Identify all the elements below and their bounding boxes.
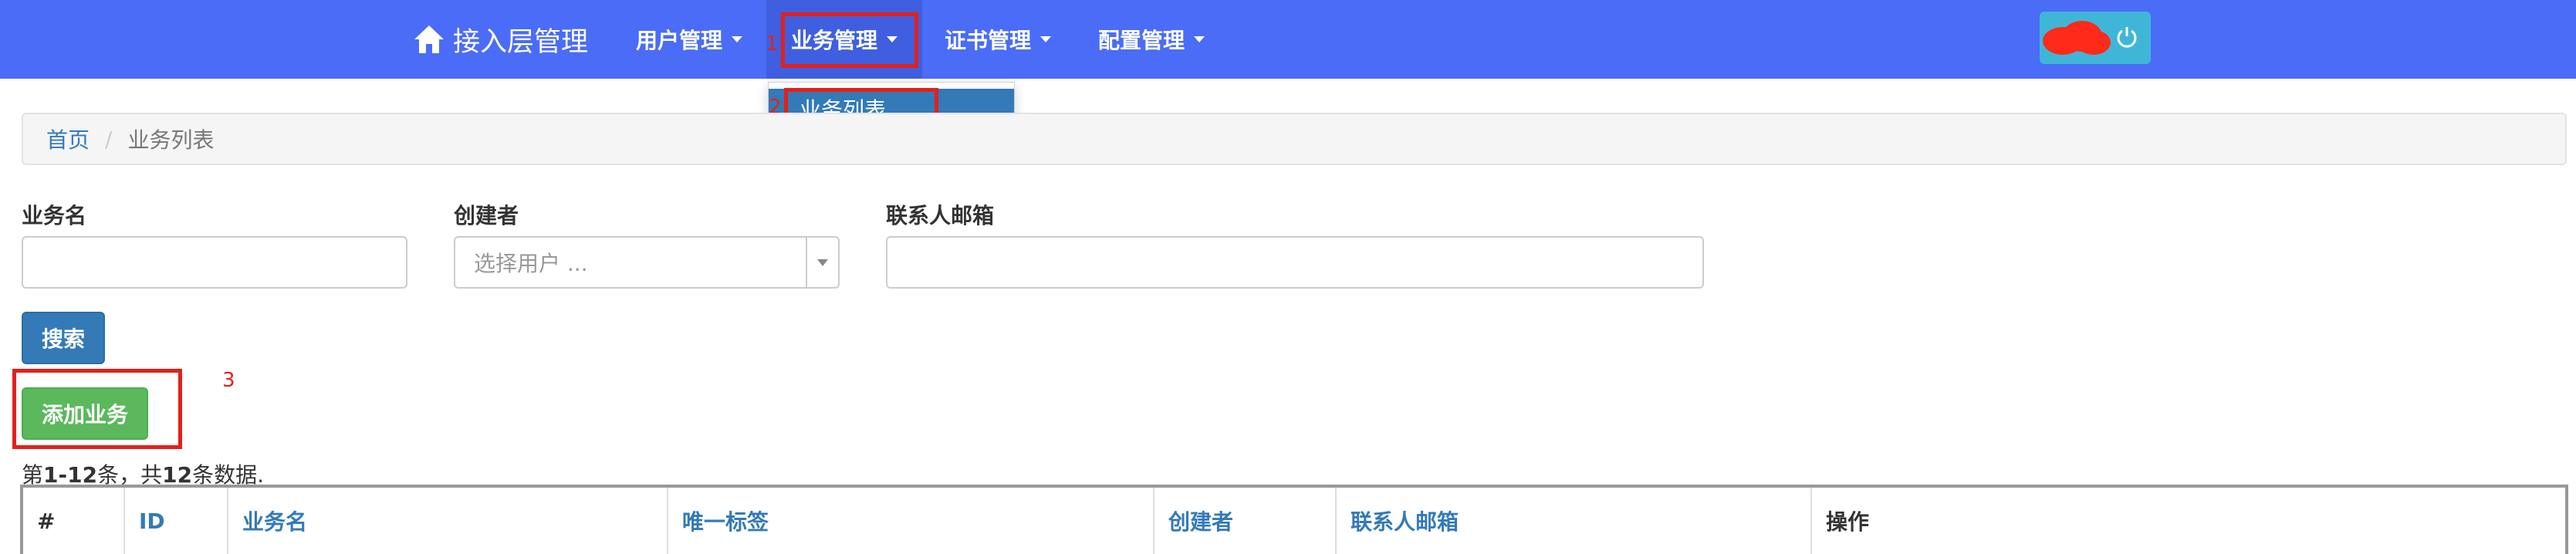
column-header-unique-tag[interactable]: 唯一标签 — [668, 488, 1154, 554]
menu-certificate-management-label: 证书管理 — [945, 28, 1032, 53]
chevron-down-icon — [1040, 36, 1052, 42]
home-icon — [414, 25, 444, 53]
search-button[interactable]: 搜索 — [22, 312, 105, 364]
column-header-actions: 操作 — [1826, 509, 1870, 535]
column-header-index: # — [37, 508, 56, 534]
breadcrumb-home-link[interactable]: 首页 — [46, 123, 90, 154]
chevron-down-icon — [1194, 36, 1205, 42]
menu-user-management-label: 用户管理 — [636, 28, 723, 53]
column-header-id[interactable]: ID — [125, 488, 227, 554]
annotation-number-1: 1 — [766, 32, 779, 56]
select-arrow-icon[interactable] — [806, 238, 838, 287]
menu-config-management-label: 配置管理 — [1098, 28, 1185, 53]
annotation-number-3: 3 — [222, 369, 235, 392]
brand-title: 接入层管理 — [453, 26, 589, 58]
user-logout-button[interactable] — [2040, 12, 2151, 64]
top-navbar: 接入层管理 用户管理 业务管理 证书管理 配置管理 — [0, 0, 2576, 79]
annotation-box-1 — [781, 12, 918, 68]
service-name-label: 业务名 — [22, 203, 87, 228]
creator-label: 创建者 — [454, 203, 519, 228]
menu-config-management[interactable]: 配置管理 — [1098, 0, 1205, 79]
service-name-input[interactable] — [22, 236, 407, 289]
column-header-creator[interactable]: 创建者 — [1154, 488, 1337, 554]
redacted-username — [2043, 21, 2111, 55]
annotation-box-3 — [12, 369, 182, 449]
breadcrumb-current: 业务列表 — [127, 127, 215, 153]
creator-select[interactable]: 选择用户 ... — [454, 236, 840, 289]
menu-certificate-management[interactable]: 证书管理 — [945, 0, 1052, 79]
brand-link[interactable]: 接入层管理 — [413, 19, 588, 60]
creator-select-placeholder: 选择用户 ... — [474, 251, 588, 276]
breadcrumb-separator: / — [105, 126, 113, 152]
menu-user-management[interactable]: 用户管理 — [636, 0, 743, 79]
contact-email-input[interactable] — [886, 236, 1704, 289]
column-header-contact-email[interactable]: 联系人邮箱 — [1337, 488, 1810, 554]
power-icon — [2117, 27, 2137, 48]
service-table: # ID 业务名 唯一标签 创建者 联系人邮箱 操作 — [20, 485, 2568, 554]
contact-email-label: 联系人邮箱 — [886, 203, 995, 228]
chevron-down-icon — [732, 36, 743, 42]
breadcrumb: 首页 / 业务列表 — [22, 113, 2567, 165]
column-header-service-name[interactable]: 业务名 — [228, 488, 668, 554]
